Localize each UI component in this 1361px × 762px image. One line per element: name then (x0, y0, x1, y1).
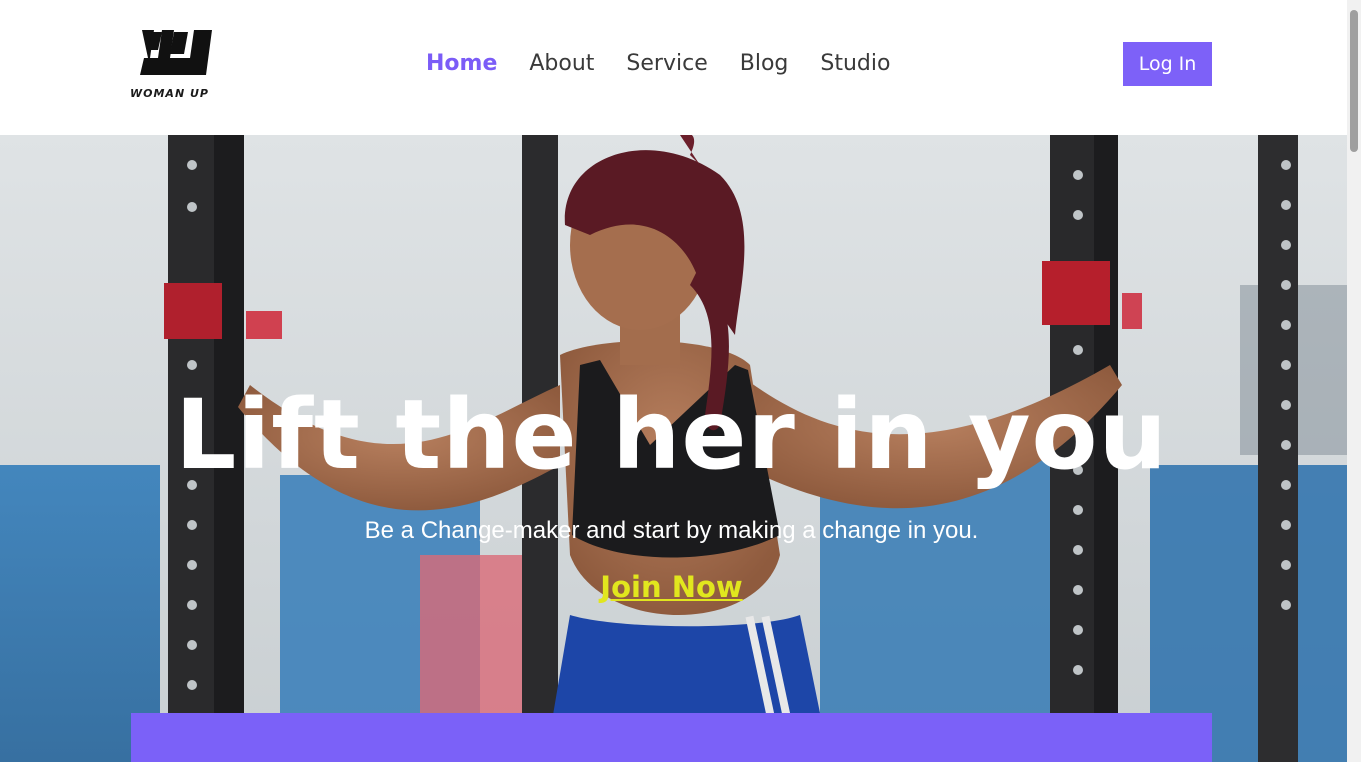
nav-item-service[interactable]: Service (626, 48, 707, 80)
hero-title: Lift the her in you (175, 379, 1168, 491)
hero-subtitle: Be a Change-maker and start by making a … (364, 517, 979, 544)
brand-name: WOMAN UP (130, 87, 209, 100)
wu-logo-icon (140, 30, 212, 75)
nav-item-blog[interactable]: Blog (740, 48, 789, 80)
nav-item-about[interactable]: About (529, 48, 594, 80)
hero-section: Lift the her in you Be a Change-maker an… (0, 135, 1347, 762)
page-scrollbar[interactable] (1347, 0, 1361, 762)
main-nav: Home About Service Blog Studio (426, 48, 922, 80)
brand-logo[interactable]: WOMAN UP (130, 28, 212, 102)
login-button[interactable]: Log In (1123, 42, 1212, 86)
scrollbar-thumb[interactable] (1350, 10, 1358, 152)
nav-item-studio[interactable]: Studio (820, 48, 890, 80)
nav-item-home[interactable]: Home (426, 48, 497, 80)
promo-panel (131, 713, 1212, 762)
join-now-link[interactable]: Join Now (0, 570, 1343, 604)
site-header: WOMAN UP Home About Service Blog Studio … (0, 0, 1347, 135)
